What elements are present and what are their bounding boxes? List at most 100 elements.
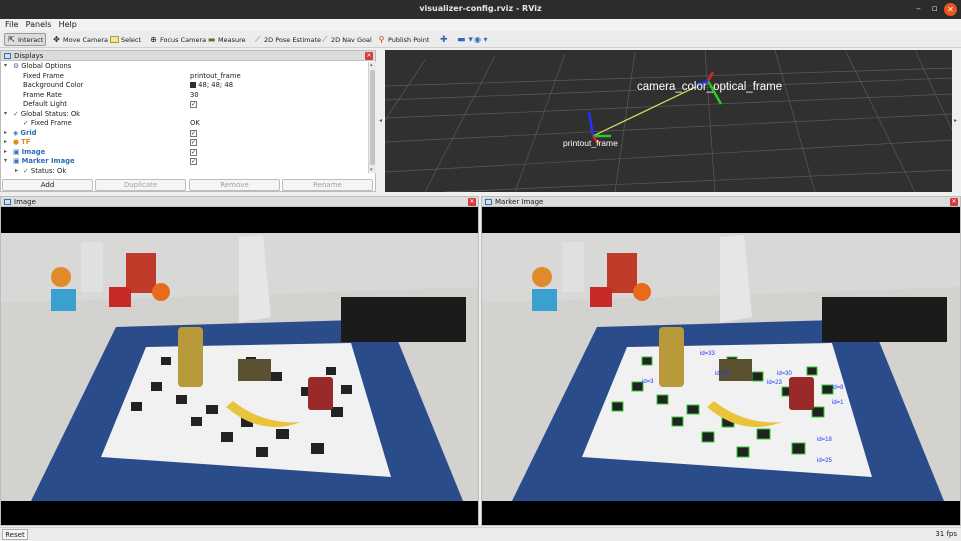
tool-2d-pose-estimate[interactable]: ⟋ 2D Pose Estimate [251, 33, 323, 46]
eye-icon: ◉ ▾ [474, 35, 488, 44]
row-label: Marker Image [21, 157, 75, 165]
expand-arrow-icon[interactable]: ▸ [15, 167, 21, 174]
camera-image [1, 207, 478, 525]
tree-row[interactable]: ▸ ▣ Image ✓ [1, 148, 368, 158]
expand-arrow-icon[interactable]: ▾ [4, 157, 10, 164]
nav-goal-icon: ⟋ [321, 35, 328, 44]
menu-panels[interactable]: Panels [26, 20, 52, 29]
expand-arrow-icon[interactable]: ▾ [4, 110, 10, 117]
tool-interact[interactable]: ⇱ Interact [4, 33, 47, 46]
displays-panel: Displays ✕ ▾ ⚙ Global Options Fixed Fram… [0, 50, 376, 192]
tree-row[interactable]: ▾ ⚙ Global Options [1, 62, 368, 72]
checkbox[interactable]: ✓ [190, 158, 197, 165]
row-key: ✓ Status: Ok [23, 167, 66, 174]
expand-arrow-icon[interactable]: ▾ [4, 62, 10, 69]
close-panel-icon[interactable]: ✕ [950, 198, 958, 206]
tree-row[interactable]: ✓ Fixed Frame OK [1, 119, 368, 129]
minus-icon: ▬ ▾ [457, 34, 473, 45]
window-title: visualizer-config.rviz - RViz [419, 4, 542, 13]
collapse-right-icon[interactable]: ▸ [954, 117, 957, 124]
add-button[interactable]: Add [2, 179, 93, 191]
menu-file[interactable]: File [5, 20, 18, 29]
collapse-left-icon[interactable]: ◂ [379, 117, 382, 124]
color-swatch[interactable] [190, 82, 196, 88]
scroll-down-icon[interactable]: ▾ [370, 167, 373, 173]
reset-button[interactable]: Reset [2, 529, 28, 540]
row-label: Image [21, 147, 46, 156]
focus-camera-icon: ⊕ [150, 35, 157, 44]
displays-tree[interactable]: ▾ ⚙ Global Options Fixed Frame printout_… [1, 62, 368, 173]
tree-row[interactable]: Fixed Frame printout_frame [1, 72, 368, 82]
plus-icon: ✚ [440, 34, 448, 45]
marker-id-label: id=1 [832, 400, 844, 406]
checkbox[interactable]: ✓ [190, 101, 197, 108]
tool-label: Interact [18, 35, 44, 44]
tool-2d-nav-goal[interactable]: ⟋ 2D Nav Goal [318, 33, 374, 46]
checkbox[interactable]: ✓ [190, 148, 197, 156]
toolbar: ⇱ Interact ✥ Move Camera Select ⊕ Focus … [0, 31, 961, 48]
marker-id-label: id=8 [832, 385, 844, 391]
checkbox[interactable]: ✓ [190, 139, 197, 146]
close-icon[interactable]: ✕ [944, 3, 957, 16]
scroll-up-icon[interactable]: ▴ [370, 62, 373, 68]
add-tool-button[interactable]: ✚ [438, 33, 450, 46]
tool-label: 2D Pose Estimate [264, 35, 322, 44]
tool-measure[interactable]: ▬ Measure [205, 33, 248, 46]
row-label: Fixed Frame [23, 71, 64, 80]
scroll-thumb[interactable] [370, 70, 375, 165]
row-value[interactable]: printout_frame [190, 72, 241, 80]
tool-properties-button[interactable]: ◉ ▾ [472, 33, 490, 46]
tool-focus-camera[interactable]: ⊕ Focus Camera [147, 33, 208, 46]
close-panel-icon[interactable]: ✕ [365, 52, 373, 60]
checkbox[interactable]: ✓ [190, 129, 197, 137]
row-key: ◈ Grid [13, 129, 37, 137]
remove-button[interactable]: Remove [189, 179, 280, 191]
rename-button[interactable]: Rename [282, 179, 373, 191]
ok-check-icon: ✓ [23, 166, 29, 174]
tool-label: Select [121, 35, 142, 44]
maximize-icon[interactable]: ▫ [928, 3, 941, 16]
tool-label: Publish Point [388, 35, 430, 44]
tool-label: Measure [218, 35, 246, 44]
bottle [81, 242, 103, 292]
menu-bar: File Panels Help [0, 19, 961, 31]
printout-frame-label: printout_frame [563, 138, 618, 148]
grid-lines [385, 50, 952, 192]
tree-row[interactable]: ▾ ✓ Global Status: Ok [1, 110, 368, 120]
marker-id-label: id=30 [715, 371, 731, 377]
row-label: Global Options [21, 62, 72, 70]
marker-id-label: id=18 [817, 437, 833, 443]
expand-arrow-icon[interactable]: ▸ [4, 138, 10, 145]
tree-row[interactable]: ▸ ● TF ✓ [1, 138, 368, 148]
menu-help[interactable]: Help [59, 20, 77, 29]
status-bar: Reset 31 fps [0, 527, 961, 541]
tree-row[interactable]: ▸ ✓ Status: Ok [1, 167, 368, 174]
tree-row[interactable]: Background Color 48; 48; 48 [1, 81, 368, 91]
row-key: ⚙ Global Options [13, 62, 71, 70]
expand-arrow-icon[interactable]: ▸ [4, 148, 10, 155]
tool-select[interactable]: Select [108, 33, 143, 46]
tree-row[interactable]: Default Light ✓ [1, 100, 368, 110]
device [341, 297, 466, 342]
fps-readout: 31 fps [935, 530, 957, 538]
expand-arrow-icon[interactable]: ▸ [4, 129, 10, 136]
3d-view[interactable]: camera_color_optical_frame printout_fram… [385, 50, 952, 192]
tree-row[interactable]: ▾ ▣ Marker Image ✓ [1, 157, 368, 167]
row-value[interactable]: 48; 48; 48 [190, 81, 233, 89]
minimize-icon[interactable]: – [912, 3, 925, 16]
close-panel-icon[interactable]: ✕ [468, 198, 476, 206]
grid-icon: ◈ [13, 128, 19, 137]
row-value[interactable]: 30 [190, 91, 199, 99]
image-panel: Image ✕ [0, 196, 479, 526]
row-label: Frame Rate [23, 90, 62, 99]
marker-panel-title: Marker Image [495, 197, 544, 206]
tree-row[interactable]: ▸ ◈ Grid ✓ [1, 129, 368, 139]
duplicate-button[interactable]: Duplicate [95, 179, 186, 191]
tool-move-camera[interactable]: ✥ Move Camera [50, 33, 110, 46]
displays-scrollbar[interactable]: ▴ ▾ [368, 62, 376, 173]
panel-icon [4, 52, 11, 59]
tree-row[interactable]: Frame Rate 30 [1, 91, 368, 101]
tool-publish-point[interactable]: ⚲ Publish Point [375, 33, 431, 46]
measure-icon: ▬ [207, 35, 216, 44]
row-label: Background Color [23, 81, 84, 89]
